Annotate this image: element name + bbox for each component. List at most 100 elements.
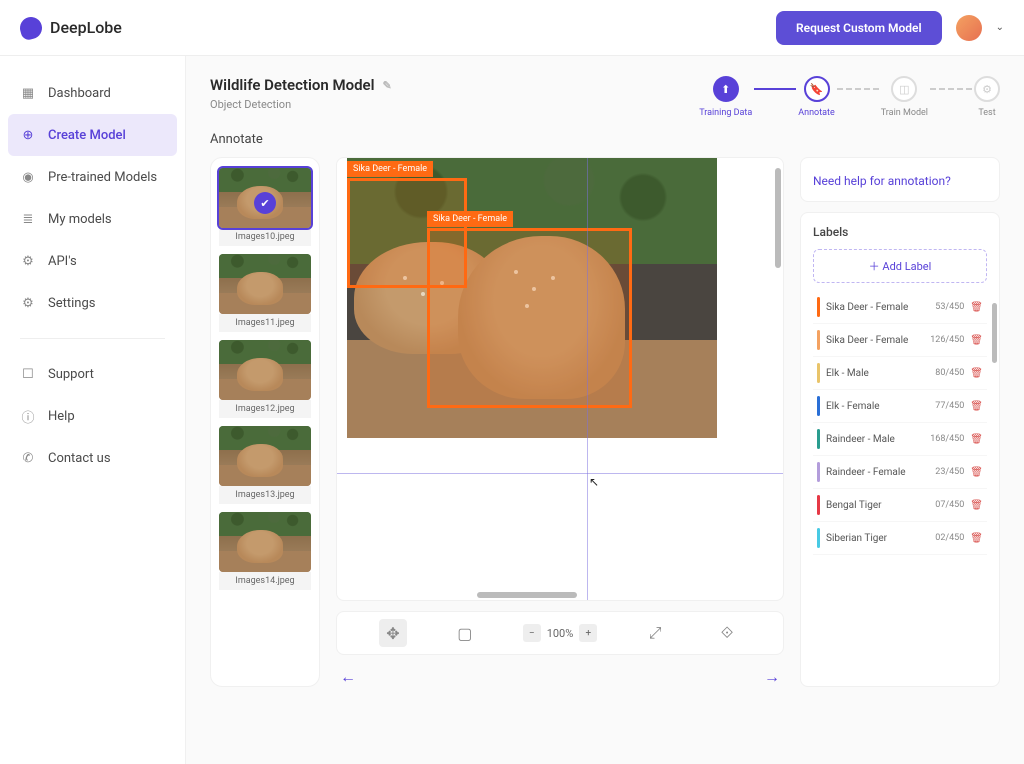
delete-label-icon[interactable]: 🗑 — [970, 302, 983, 313]
label-color-icon — [817, 429, 820, 449]
label-row[interactable]: Elk - Female 77/450 🗑 — [813, 390, 987, 423]
next-image-button[interactable]: → — [764, 667, 780, 687]
avatar[interactable] — [956, 15, 982, 41]
label-row[interactable]: Raindeer - Male168/450🗑 — [813, 423, 987, 456]
thumbnail-name: Images13.jpeg — [219, 486, 311, 504]
label-name: Elk - Male — [826, 368, 929, 379]
logo[interactable]: DeepLobe — [20, 17, 122, 39]
delete-label-icon[interactable]: 🗑 — [970, 401, 983, 412]
topbar: DeepLobe Request Custom Model ⌄ — [0, 0, 1024, 56]
labels-scrollbar[interactable] — [992, 303, 997, 363]
sidebar-item-label: Pre-trained Models — [48, 170, 157, 185]
label-count: 168/450 — [930, 434, 964, 444]
zoom-in-button[interactable]: + — [579, 624, 597, 642]
label-name: Siberian Tiger — [826, 533, 929, 544]
delete-label-icon[interactable]: 🗑 — [970, 533, 983, 544]
sidebar-item-label: API's — [48, 254, 77, 269]
help-panel: Need help for annotation? — [800, 157, 1000, 202]
sidebar-item-settings[interactable]: ⚙ Settings — [0, 282, 185, 324]
label-name: Sika Deer - Female — [826, 302, 929, 313]
stepper: ⬆Training Data 🔖Annotate ◫ Train Model ⚙Test — [699, 76, 1000, 118]
bbox-label: Sika Deer - Female — [427, 211, 513, 227]
step-icon: 🔖 — [804, 76, 830, 102]
sidebar-item-create-model[interactable]: ⊕Create Model — [8, 114, 177, 156]
prev-image-button[interactable]: ← — [340, 667, 356, 687]
label-row[interactable]: Raindeer - Female23/450🗑 — [813, 456, 987, 489]
move-tool[interactable]: ✥ — [379, 619, 407, 647]
cog-icon: ⚙ — [20, 253, 36, 269]
step-annotate[interactable]: 🔖Annotate — [798, 76, 835, 118]
label-color-icon — [817, 495, 820, 515]
thumbnail-strip[interactable]: ✔Images10.jpeg Images11.jpeg Images12.jpeg… — [210, 157, 320, 687]
label-row[interactable]: Elk - Male80/450🗑 — [813, 357, 987, 390]
delete-label-icon[interactable]: 🗑 — [970, 368, 983, 379]
plus-icon: ⊕ — [20, 127, 36, 143]
layers-icon: ≣ — [20, 211, 36, 227]
crop-tool[interactable]: ⟐ — [713, 619, 741, 647]
label-count: 126/450 — [930, 335, 964, 345]
annotation-canvas[interactable]: Sika Deer - FemaleSika Deer - Female ↖ — [336, 157, 784, 601]
sidebar-item-support[interactable]: ☐Support — [0, 353, 185, 395]
label-row[interactable]: Sika Deer - Female126/450🗑 — [813, 324, 987, 357]
label-count: 77/450 — [935, 401, 964, 411]
thumbnail[interactable]: Images12.jpeg — [219, 340, 311, 418]
sidebar-item-help[interactable]: ⓘHelp — [0, 395, 185, 437]
pretrained-icon: ◉ — [20, 169, 36, 185]
request-custom-model-button[interactable]: Request Custom Model — [776, 11, 942, 45]
scrollbar-horizontal[interactable] — [477, 592, 577, 598]
label-count: 23/450 — [935, 467, 964, 477]
step-train-model[interactable]: ◫ Train Model — [881, 76, 928, 118]
delete-label-icon[interactable]: 🗑 — [970, 335, 983, 346]
step-test[interactable]: ⚙Test — [974, 76, 1000, 118]
step-training-data[interactable]: ⬆Training Data — [699, 76, 752, 118]
sidebar: ▦Dashboard⊕Create Model ◉ Pre-trained Mode… — [0, 56, 186, 764]
check-icon: ✔ — [254, 192, 276, 214]
label-row[interactable]: Bengal Tiger07/450🗑 — [813, 489, 987, 522]
crosshair-vertical — [587, 158, 588, 600]
thumbnail-name: Images11.jpeg — [219, 314, 311, 332]
step-icon: ◫ — [891, 76, 917, 102]
section-title: Annotate — [210, 132, 1000, 147]
sidebar-item-contact-us[interactable]: ✆Contact us — [0, 437, 185, 479]
add-label-button[interactable]: ＋ Add Label — [813, 249, 987, 283]
canvas-toolbar: ✥ ▢ − 100% + ⤢ ⟐ — [336, 611, 784, 655]
label-name: Elk - Female — [826, 401, 929, 412]
thumbnail[interactable]: Images14.jpeg — [219, 512, 311, 590]
divider — [20, 338, 165, 339]
thumbnail-name: Images12.jpeg — [219, 400, 311, 418]
delete-label-icon[interactable]: 🗑 — [970, 500, 983, 511]
step-label: Train Model — [881, 108, 928, 118]
label-color-icon — [817, 330, 820, 350]
chevron-down-icon[interactable]: ⌄ — [996, 22, 1004, 33]
sidebar-item-dashboard[interactable]: ▦Dashboard — [0, 72, 185, 114]
page-subtitle: Object Detection — [210, 98, 392, 111]
label-count: 53/450 — [935, 302, 964, 312]
fullscreen-tool[interactable]: ⤢ — [641, 619, 669, 647]
label-row[interactable]: Sika Deer - Female 53/450 🗑 — [813, 291, 987, 324]
bounding-box[interactable]: Sika Deer - Female — [427, 228, 632, 408]
thumbnail[interactable]: ✔Images10.jpeg — [219, 168, 311, 246]
delete-label-icon[interactable]: 🗑 — [970, 434, 983, 445]
labels-title: Labels — [813, 225, 987, 239]
zoom-out-button[interactable]: − — [523, 624, 541, 642]
scrollbar-vertical[interactable] — [775, 168, 781, 268]
labels-panel: Labels ＋ Add Label Sika Deer - Female 53/… — [800, 212, 1000, 687]
page-title: Wildlife Detection Model✎ — [210, 76, 392, 94]
step-label: Test — [978, 108, 995, 118]
thumbnail[interactable]: Images11.jpeg — [219, 254, 311, 332]
step-icon: ⬆ — [713, 76, 739, 102]
label-row[interactable]: Siberian Tiger02/450🗑 — [813, 522, 987, 555]
sidebar-item-pre-trained-models[interactable]: ◉ Pre-trained Models — [0, 156, 185, 198]
delete-label-icon[interactable]: 🗑 — [970, 467, 983, 478]
edit-icon[interactable]: ✎ — [383, 79, 392, 92]
label-color-icon — [817, 396, 820, 416]
settings-icon: ⚙ — [20, 295, 36, 311]
bbox-tool[interactable]: ▢ — [451, 619, 479, 647]
thumbnail[interactable]: Images13.jpeg — [219, 426, 311, 504]
support-icon: ☐ — [20, 366, 36, 382]
annotation-help-link[interactable]: Need help for annotation? — [813, 174, 951, 188]
sidebar-item-label: Settings — [48, 296, 95, 311]
label-color-icon — [817, 297, 820, 317]
sidebar-item-api-s[interactable]: ⚙ API's — [0, 240, 185, 282]
sidebar-item-my-models[interactable]: ≣My models — [0, 198, 185, 240]
